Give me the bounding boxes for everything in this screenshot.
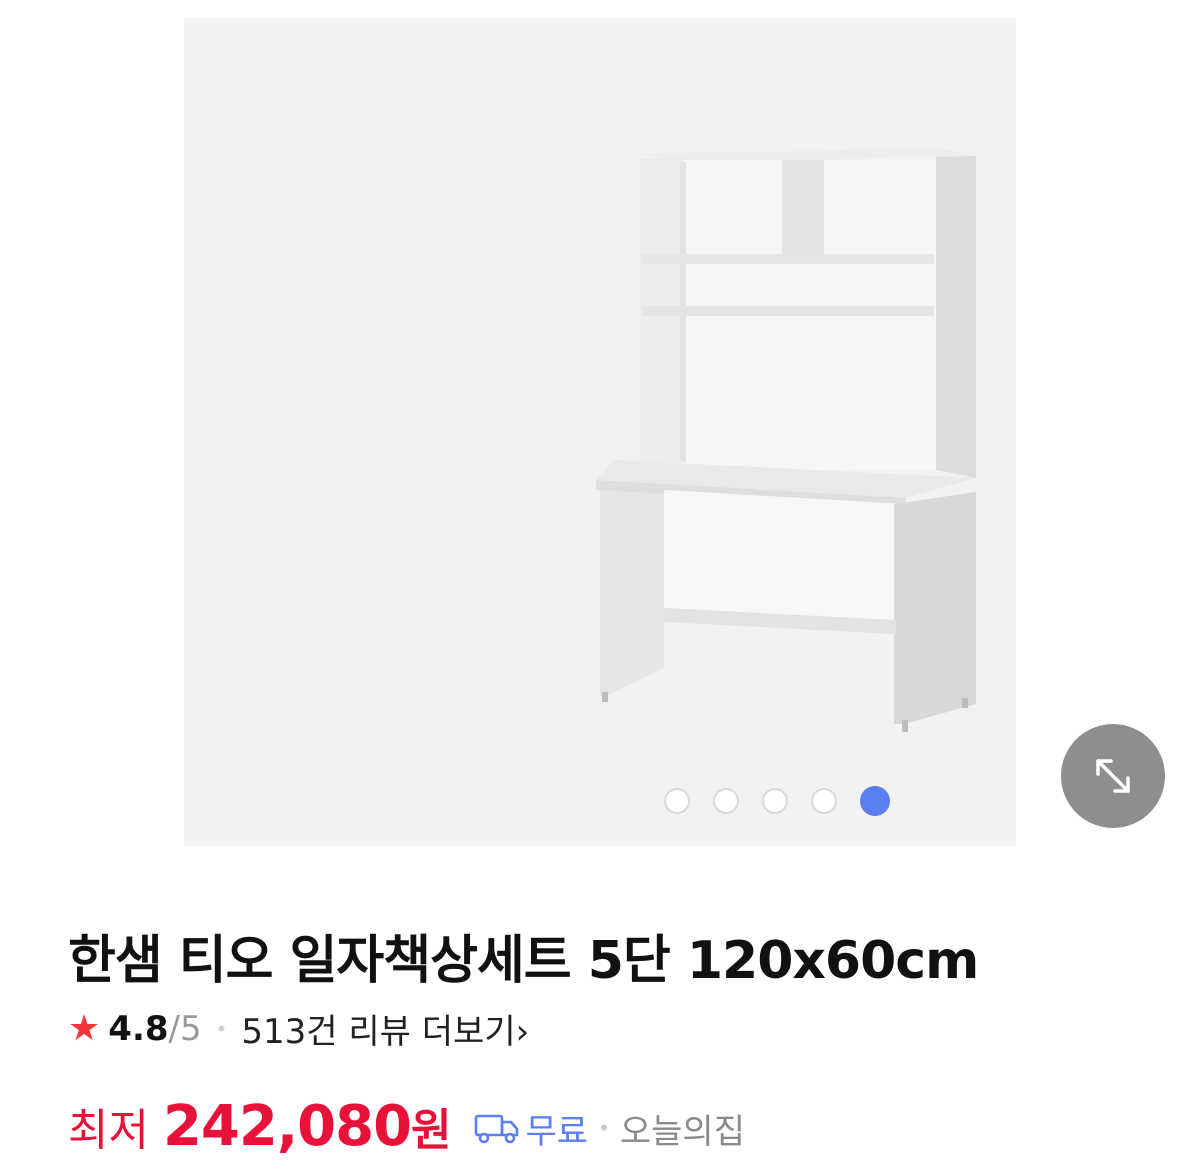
- price-amount: 242,080: [162, 1094, 412, 1159]
- rating-max: /5: [168, 1008, 202, 1049]
- review-link[interactable]: 513건 리뷰 더보기›: [241, 1004, 529, 1053]
- rating-separator: •: [215, 1016, 228, 1041]
- rating-score: 4.8: [108, 1008, 169, 1049]
- shipping-separator: •: [598, 1116, 610, 1140]
- price-label: 최저: [68, 1105, 149, 1156]
- price-row: 최저 242,080 원 무료 • 오늘의집: [68, 1094, 745, 1159]
- product-title: 한샘 티오 일자책상세트 5단 120x60cm: [68, 931, 979, 991]
- delivery-truck-icon: [474, 1114, 518, 1144]
- gallery-dot-active[interactable]: [860, 786, 890, 816]
- gallery-dot[interactable]: [713, 788, 739, 814]
- gallery-pagination: [664, 786, 890, 816]
- price-unit: 원: [411, 1105, 452, 1156]
- seller-name: 오늘의집: [619, 1111, 745, 1152]
- review-link-label: 513건 리뷰 더보기: [241, 1012, 516, 1052]
- shipping-info: 무료 • 오늘의집: [474, 1104, 745, 1153]
- product-photo: [596, 148, 976, 732]
- chevron-right-icon: ›: [515, 1012, 530, 1052]
- shipping-free-label: 무료: [525, 1111, 589, 1152]
- star-icon: ★: [68, 1008, 101, 1049]
- gallery-dot[interactable]: [664, 788, 690, 814]
- expand-diagonal-icon: [1096, 759, 1130, 793]
- gallery-dot[interactable]: [811, 788, 837, 814]
- gallery-dot[interactable]: [762, 788, 788, 814]
- product-page: 한샘 티오 일자책상세트 5단 120x60cm ★ 4.8 /5 • 513건…: [0, 0, 1200, 1174]
- product-image-gallery[interactable]: [184, 18, 1165, 846]
- expand-image-button[interactable]: [1061, 724, 1165, 828]
- rating-row: ★ 4.8 /5 • 513건 리뷰 더보기›: [68, 1004, 529, 1053]
